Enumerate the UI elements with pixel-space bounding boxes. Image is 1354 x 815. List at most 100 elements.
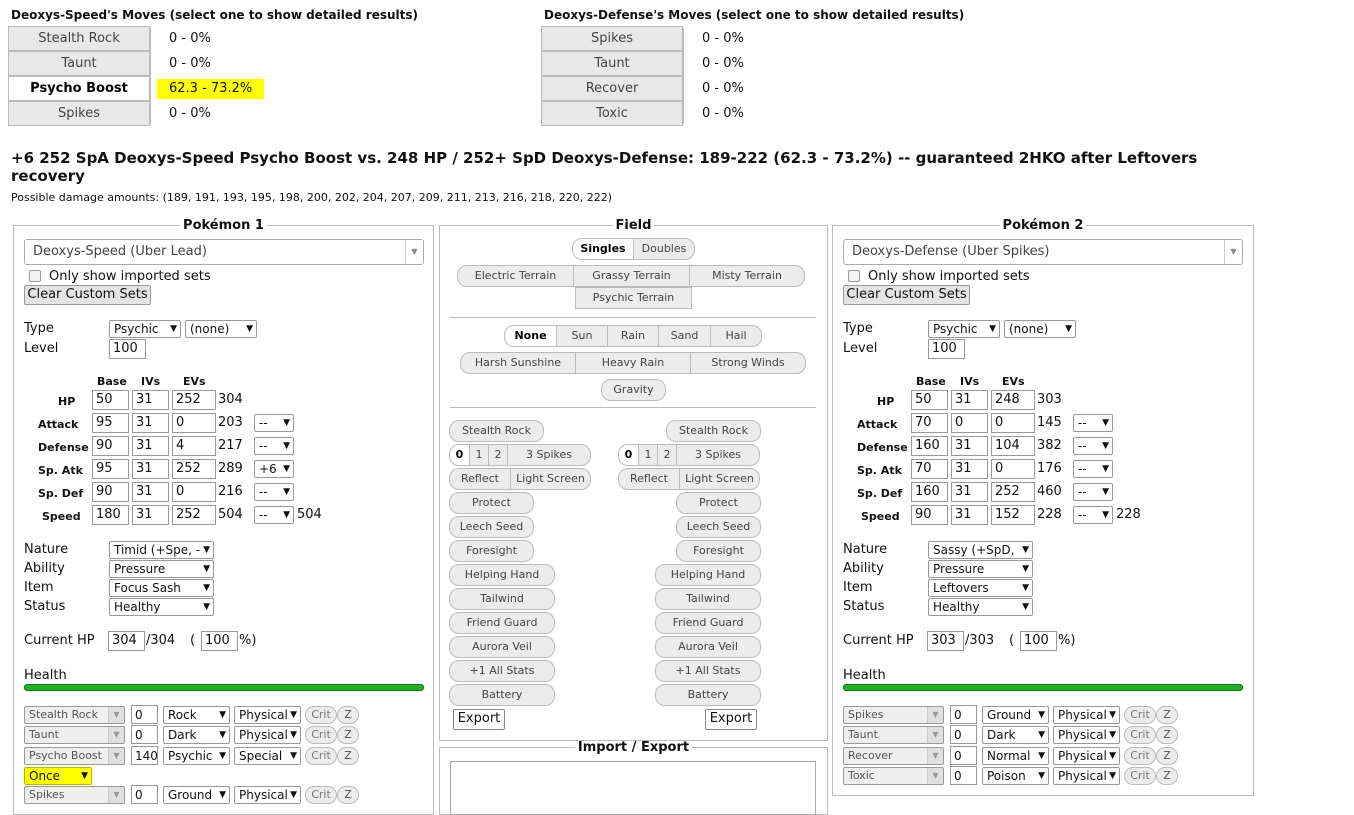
field-right-friend-guard[interactable]: Friend Guard: [655, 612, 761, 634]
p2-move-z-0[interactable]: Z: [1156, 706, 1178, 724]
p2-type2-select[interactable]: (none): [1004, 320, 1076, 338]
weather-heavy-rain[interactable]: Heavy Rain: [575, 352, 691, 374]
p1-move-result-btn-2[interactable]: Taunt: [8, 51, 150, 76]
field-right-spikes-1[interactable]: 1: [638, 444, 658, 466]
p1-move-category-2[interactable]: Special: [234, 747, 301, 765]
p2-stat-iv-4[interactable]: 31: [951, 482, 988, 502]
p2-nature-select[interactable]: Sassy (+SpD,: [928, 541, 1033, 559]
p1-move-z-2[interactable]: Z: [337, 747, 359, 765]
p1-move-bp-2[interactable]: 140: [131, 746, 158, 765]
p1-move-z-0[interactable]: Z: [337, 706, 359, 724]
p1-hp-percent-input[interactable]: 100: [201, 631, 238, 651]
p1-type1-select[interactable]: Psychic: [109, 320, 181, 338]
p1-move-crit-3[interactable]: Crit: [305, 786, 337, 804]
p1-stat-iv-1[interactable]: 31: [132, 413, 169, 433]
p1-stat-ev-0[interactable]: 252: [172, 390, 216, 410]
p1-stat-boost-5[interactable]: --: [254, 506, 294, 524]
format-singles[interactable]: Singles: [572, 238, 634, 260]
p1-level-input[interactable]: 100: [109, 339, 146, 359]
p1-stat-base-4[interactable]: 90: [92, 482, 129, 502]
field-right-leech-seed[interactable]: Leech Seed: [676, 516, 761, 538]
p2-move-result-btn-2[interactable]: Taunt: [541, 51, 683, 76]
field-right-spikes-2[interactable]: 2: [657, 444, 677, 466]
p1-stat-iv-4[interactable]: 31: [132, 482, 169, 502]
p2-move-select-0[interactable]: Spikes ▼: [843, 706, 944, 724]
p2-move-category-2[interactable]: Physical: [1053, 747, 1120, 765]
field-right-reflect[interactable]: Reflect: [618, 468, 680, 490]
field-left--1-all-stats[interactable]: +1 All Stats: [449, 660, 555, 682]
p1-current-hp-input[interactable]: 304: [108, 631, 145, 651]
field-right-light-screen[interactable]: Light Screen: [679, 468, 760, 490]
p2-stat-boost-1[interactable]: --: [1073, 414, 1113, 432]
p1-move-type-0[interactable]: Rock: [163, 706, 230, 724]
field-left-stealth-rock[interactable]: Stealth Rock: [449, 420, 544, 442]
gravity-toggle[interactable]: Gravity: [601, 379, 666, 401]
p1-move-z-1[interactable]: Z: [337, 726, 359, 744]
p2-move-bp-2[interactable]: 0: [950, 746, 977, 765]
export-button-right[interactable]: Export: [705, 709, 757, 730]
p1-move-result-btn-3[interactable]: Psycho Boost: [8, 76, 150, 101]
p1-stat-ev-4[interactable]: 0: [172, 482, 216, 502]
p1-stat-ev-2[interactable]: 4: [172, 436, 216, 456]
weather-none[interactable]: None: [504, 325, 557, 347]
p2-move-type-2[interactable]: Normal: [982, 747, 1049, 765]
p2-stat-base-4[interactable]: 160: [911, 482, 948, 502]
p2-move-bp-3[interactable]: 0: [950, 766, 977, 785]
p2-stat-iv-3[interactable]: 31: [951, 459, 988, 479]
p2-stat-base-1[interactable]: 70: [911, 413, 948, 433]
p2-type1-select[interactable]: Psychic: [928, 320, 1000, 338]
field-left-spikes-1[interactable]: 1: [469, 444, 489, 466]
p1-move-bp-3[interactable]: 0: [131, 785, 158, 804]
p1-move-category-1[interactable]: Physical: [234, 726, 301, 744]
p2-stat-ev-3[interactable]: 0: [991, 459, 1035, 479]
p2-move-category-3[interactable]: Physical: [1053, 767, 1120, 785]
p2-level-input[interactable]: 100: [928, 339, 965, 359]
p1-only-imported-checkbox[interactable]: [29, 270, 41, 282]
p1-stat-iv-5[interactable]: 31: [132, 505, 169, 525]
p1-stat-base-5[interactable]: 180: [92, 505, 129, 525]
p1-move-category-0[interactable]: Physical: [234, 706, 301, 724]
p2-move-crit-2[interactable]: Crit: [1124, 747, 1156, 765]
p1-stat-base-1[interactable]: 95: [92, 413, 129, 433]
p2-stat-ev-2[interactable]: 104: [991, 436, 1035, 456]
p2-move-type-3[interactable]: Poison: [982, 767, 1049, 785]
p2-stat-boost-2[interactable]: --: [1073, 437, 1113, 455]
field-left-light-screen[interactable]: Light Screen: [510, 468, 591, 490]
p1-stat-ev-3[interactable]: 252: [172, 459, 216, 479]
p2-item-select[interactable]: Leftovers: [928, 579, 1033, 597]
field-right-tailwind[interactable]: Tailwind: [655, 588, 761, 610]
p2-move-z-1[interactable]: Z: [1156, 726, 1178, 744]
terrain-electric[interactable]: Electric Terrain: [457, 265, 574, 287]
field-left-spikes-2[interactable]: 2: [488, 444, 508, 466]
terrain-grassy[interactable]: Grassy Terrain: [573, 265, 690, 287]
p1-stat-iv-0[interactable]: 31: [132, 390, 169, 410]
p2-clear-custom-sets-button[interactable]: Clear Custom Sets: [843, 285, 970, 305]
p1-move-type-3[interactable]: Ground: [163, 786, 230, 804]
p1-stat-iv-3[interactable]: 31: [132, 459, 169, 479]
p1-stat-ev-1[interactable]: 0: [172, 413, 216, 433]
p1-move-select-0[interactable]: Stealth Rock ▼: [24, 706, 125, 724]
p1-move-hits-select[interactable]: Once: [24, 767, 92, 785]
field-left-friend-guard[interactable]: Friend Guard: [449, 612, 555, 634]
p2-set-select[interactable]: Deoxys-Defense (Uber Spikes) ▼: [843, 239, 1243, 265]
weather-harsh-sunshine[interactable]: Harsh Sunshine: [460, 352, 576, 374]
p1-move-crit-0[interactable]: Crit: [305, 706, 337, 724]
p2-move-category-1[interactable]: Physical: [1053, 726, 1120, 744]
weather-sand[interactable]: Sand: [658, 325, 711, 347]
field-right-spikes-0[interactable]: 0: [618, 444, 639, 466]
p1-type2-select[interactable]: (none): [185, 320, 257, 338]
p2-status-select[interactable]: Healthy: [928, 598, 1033, 616]
weather-strong-winds[interactable]: Strong Winds: [690, 352, 806, 374]
field-left-tailwind[interactable]: Tailwind: [449, 588, 555, 610]
p1-move-select-2[interactable]: Psycho Boost ▼: [24, 747, 125, 765]
import-export-textarea[interactable]: [450, 761, 816, 815]
field-left-spikes-3[interactable]: 3 Spikes: [507, 444, 591, 466]
p2-stat-base-5[interactable]: 90: [911, 505, 948, 525]
weather-sun[interactable]: Sun: [556, 325, 608, 347]
p2-hp-percent-input[interactable]: 100: [1020, 631, 1057, 651]
p1-stat-ev-5[interactable]: 252: [172, 505, 216, 525]
p2-stat-ev-5[interactable]: 152: [991, 505, 1035, 525]
p1-stat-boost-1[interactable]: --: [254, 414, 294, 432]
p2-move-result-btn-3[interactable]: Recover: [541, 76, 683, 101]
p2-move-bp-1[interactable]: 0: [950, 725, 977, 744]
